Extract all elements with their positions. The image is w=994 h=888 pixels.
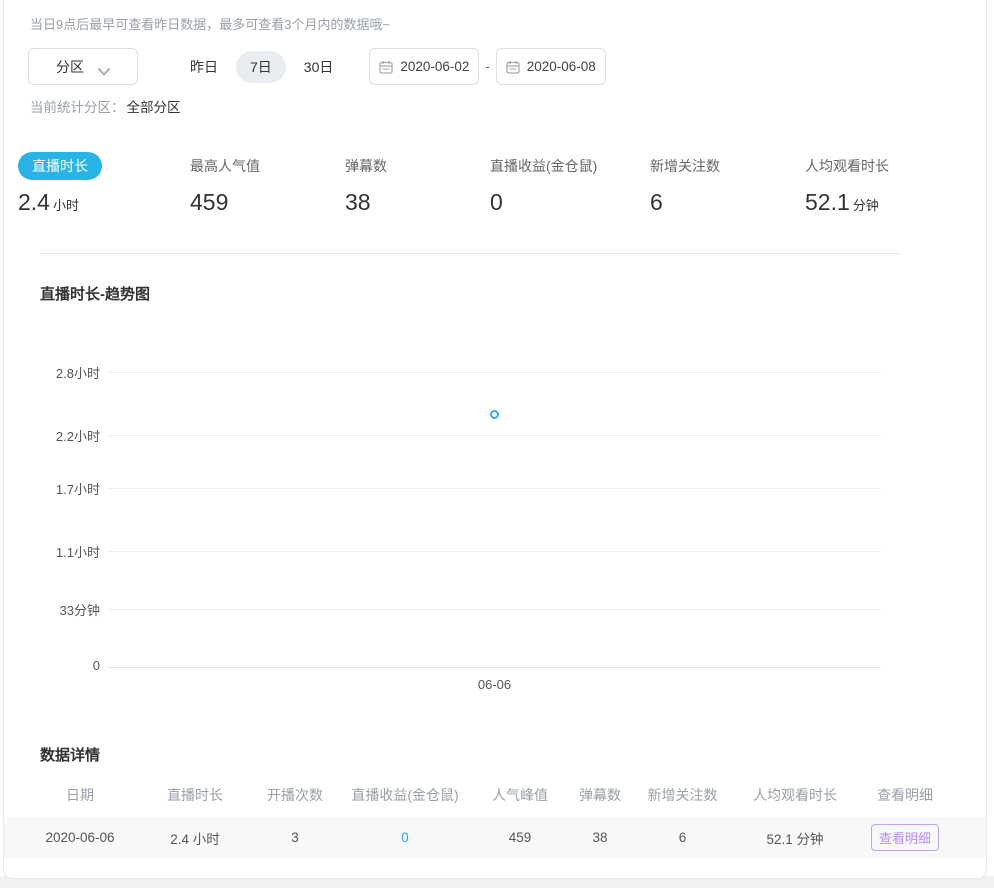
metric-label: 人均观看时长 (805, 152, 889, 179)
cell-date: 2020-06-06 (20, 830, 140, 845)
table-header-row: 日期 直播时长 开播次数 直播收益(金仓鼠) 人气峰值 弹幕数 新增关注数 人均… (4, 780, 986, 810)
chart-x-labels: 06-06 (108, 677, 881, 697)
cell-danmaku: 38 (570, 830, 630, 845)
range-button-yesterday[interactable]: 昨日 (176, 51, 232, 83)
table-header-new-followers: 新增关注数 (630, 785, 735, 805)
cell-action: 查看明细 (855, 824, 955, 851)
table-header-duration: 直播时长 (140, 785, 250, 805)
chart-gridline (108, 609, 881, 610)
metric-unit: 小时 (53, 198, 79, 213)
metric-value: 2.4小时 (18, 189, 190, 216)
chart-y-tick-label: 0 (40, 658, 100, 673)
metric-label: 直播收益(金仓鼠) (490, 152, 650, 179)
current-partition-value: 全部分区 (127, 100, 181, 115)
metric-label-active-pill: 直播时长 (18, 152, 102, 180)
table-header-danmaku: 弹幕数 (570, 785, 630, 805)
trend-chart: 0 33分钟 1.1小时 1.7小时 2.2小时 2.8小时 06-06 (40, 360, 885, 695)
filter-bar: 分区 昨日 7日 30日 2020-06-02 - 2020-06-08 (28, 48, 606, 85)
table-header-avg-watch: 人均观看时长 (735, 785, 855, 805)
chart-gridline (108, 488, 881, 489)
cell-new-followers: 6 (630, 830, 735, 845)
metric-label: 弹幕数 (345, 152, 490, 179)
chart-y-tick-label: 2.2小时 (40, 426, 100, 445)
metric-avg-watch-time[interactable]: 人均观看时长 52.1分钟 (805, 152, 889, 216)
chart-gridline (108, 435, 881, 436)
partition-dropdown[interactable]: 分区 (28, 48, 138, 85)
content-card: 当日9点后最早可查看昨日数据，最多可查看3个月内的数据哦~ 分区 昨日 7日 3… (3, 0, 987, 879)
view-detail-button[interactable]: 查看明细 (871, 824, 939, 851)
metric-value: 52.1分钟 (805, 189, 889, 216)
partition-dropdown-label: 分区 (56, 57, 84, 77)
end-date-value: 2020-06-08 (527, 59, 596, 74)
metric-value: 459 (190, 189, 345, 216)
table-row: 2020-06-06 2.4 小时 3 0 459 38 6 52.1 分钟 查… (4, 817, 986, 858)
table-header-peak: 人气峰值 (470, 785, 570, 805)
metric-live-duration[interactable]: 直播时长 2.4小时 (18, 152, 190, 216)
date-range-separator: - (485, 59, 489, 74)
live-data-dashboard: 当日9点后最早可查看昨日数据，最多可查看3个月内的数据哦~ 分区 昨日 7日 3… (0, 0, 994, 888)
current-partition: 当前统计分区：全部分区 (30, 96, 181, 116)
range-button-7days[interactable]: 7日 (236, 51, 286, 83)
chart-y-tick-label: 33分钟 (40, 600, 100, 619)
chart-y-tick-label: 2.8小时 (40, 363, 100, 382)
chart-plot (108, 372, 881, 667)
metrics-row: 直播时长 2.4小时 最高人气值 459 弹幕数 38 直播收益(金仓鼠) 0 … (4, 152, 986, 216)
cell-revenue: 0 (340, 830, 470, 845)
table-header-date: 日期 (20, 785, 140, 805)
table-title: 数据详情 (40, 744, 100, 765)
chart-gridline (108, 551, 881, 552)
cell-duration: 2.4 小时 (140, 828, 250, 848)
metric-unit: 分钟 (853, 198, 879, 213)
metric-peak-popularity[interactable]: 最高人气值 459 (190, 152, 345, 216)
notice-text: 当日9点后最早可查看昨日数据，最多可查看3个月内的数据哦~ (30, 14, 390, 33)
chevron-down-icon (98, 63, 110, 71)
chart-gridline (108, 372, 881, 373)
metric-value: 0 (490, 189, 650, 216)
cell-avg-watch: 52.1 分钟 (735, 828, 855, 848)
section-divider (40, 253, 900, 254)
start-date-value: 2020-06-02 (400, 59, 469, 74)
chart-x-tick-label: 06-06 (455, 677, 535, 692)
chart-y-tick-label: 1.7小时 (40, 479, 100, 498)
calendar-icon (379, 60, 393, 74)
metric-new-followers[interactable]: 新增关注数 6 (650, 152, 805, 216)
table-header-sessions: 开播次数 (250, 785, 340, 805)
end-date-picker[interactable]: 2020-06-08 (496, 48, 606, 85)
metric-value: 6 (650, 189, 805, 216)
metric-danmaku-count[interactable]: 弹幕数 38 (345, 152, 490, 216)
cell-sessions: 3 (250, 830, 340, 845)
table-header-revenue: 直播收益(金仓鼠) (340, 785, 470, 805)
metric-label: 新增关注数 (650, 152, 805, 179)
chart-gridline (108, 667, 881, 668)
metric-label: 最高人气值 (190, 152, 345, 179)
table-header-detail: 查看明细 (855, 785, 955, 805)
start-date-picker[interactable]: 2020-06-02 (369, 48, 479, 85)
chart-data-point (490, 410, 499, 419)
range-button-30days[interactable]: 30日 (290, 51, 348, 83)
chart-title: 直播时长-趋势图 (40, 283, 150, 304)
calendar-icon (506, 60, 520, 74)
metric-value: 38 (345, 189, 490, 216)
current-partition-label: 当前统计分区： (30, 100, 125, 115)
metric-live-revenue[interactable]: 直播收益(金仓鼠) 0 (490, 152, 650, 216)
cell-peak: 459 (470, 830, 570, 845)
chart-y-tick-label: 1.1小时 (40, 542, 100, 561)
